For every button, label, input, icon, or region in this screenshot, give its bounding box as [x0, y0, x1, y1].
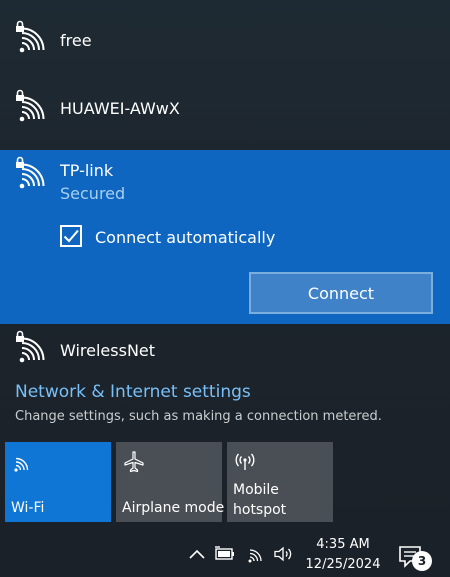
- mobile-hotspot-tile[interactable]: Mobile hotspot: [227, 442, 333, 522]
- hotspot-icon: [235, 453, 255, 470]
- network-flyout: free HUAWEI-AWwX TP-link Secured Connect…: [0, 0, 450, 533]
- network-item-huawei-awwx[interactable]: HUAWEI-AWwX: [0, 83, 450, 149]
- tile-label: Mobile hotspot: [233, 480, 286, 520]
- secured-wifi-icon: [16, 89, 45, 122]
- clock[interactable]: 4:35 AM 12/25/2024: [300, 533, 386, 575]
- network-status: Secured: [60, 184, 126, 203]
- network-item-free[interactable]: free: [0, 0, 450, 83]
- connect-automatically-label: Connect automatically: [95, 228, 276, 247]
- network-internet-settings-link[interactable]: Network & Internet settings: [15, 382, 251, 402]
- clock-date: 12/25/2024: [305, 557, 381, 572]
- clock-time: 4:35 AM: [316, 537, 370, 552]
- secured-wifi-icon: [16, 156, 45, 189]
- network-ssid: TP-link: [60, 161, 114, 180]
- tile-label: Wi-Fi: [11, 500, 45, 516]
- volume-icon[interactable]: [272, 543, 294, 565]
- battery-icon[interactable]: [214, 543, 236, 565]
- chevron-up-icon[interactable]: [186, 543, 208, 565]
- network-ssid: free: [60, 31, 92, 50]
- network-item-wirelessnet[interactable]: WirelessNet: [0, 324, 450, 374]
- settings-description: Change settings, such as making a connec…: [15, 409, 382, 424]
- taskbar: 4:35 AM 12/25/2024: [0, 533, 450, 577]
- tile-label: Airplane mode: [122, 500, 225, 516]
- checkmark-icon: [63, 229, 79, 243]
- connect-button[interactable]: Connect: [249, 272, 433, 314]
- wifi-toggle-tile[interactable]: Wi-Fi: [5, 442, 111, 522]
- tile-label-line1: Mobile: [233, 482, 279, 498]
- secured-wifi-icon: [16, 330, 45, 363]
- wifi-icon: [14, 457, 29, 472]
- connect-automatically-checkbox[interactable]: [60, 225, 82, 247]
- wifi-icon[interactable]: [245, 543, 267, 565]
- airplane-icon: [124, 451, 144, 473]
- secured-wifi-icon: [16, 20, 45, 53]
- airplane-mode-tile[interactable]: Airplane mode: [116, 442, 225, 522]
- network-ssid: HUAWEI-AWwX: [60, 99, 180, 118]
- network-item-tp-link[interactable]: TP-link Secured Connect automatically Co…: [0, 150, 450, 324]
- notification-count-badge: 3: [412, 551, 432, 571]
- network-ssid: WirelessNet: [60, 341, 156, 360]
- tile-label-line2: hotspot: [233, 502, 287, 518]
